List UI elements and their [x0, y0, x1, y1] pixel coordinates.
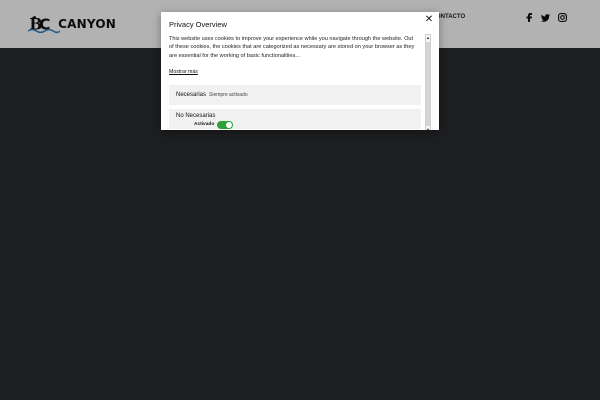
privacy-description: This website uses cookies to improve you… — [169, 36, 415, 59]
close-icon[interactable]: ✕ — [424, 15, 434, 25]
scroll-thumb[interactable] — [426, 42, 430, 126]
modal-title: Privacy Overview — [169, 20, 227, 29]
toggle-group: Activado — [194, 120, 234, 129]
consent-toggle[interactable] — [217, 120, 234, 129]
toggle-label: Activado — [194, 122, 215, 128]
category-necessary[interactable]: Necesarias Siempre activado — [169, 84, 421, 105]
scroll-down-icon[interactable]: ▼ — [426, 127, 430, 130]
category-non-necessary[interactable]: No Necesarias Activado — [169, 108, 421, 129]
show-more-link[interactable]: Mostrar más — [169, 69, 198, 75]
category-status: Siempre activado — [209, 91, 248, 98]
category-name: No Necesarias — [176, 112, 216, 119]
privacy-modal: Privacy Overview ✕ This website uses coo… — [161, 12, 439, 130]
modal-scrollbar[interactable]: ▲ ▼ — [425, 34, 431, 130]
category-name: Necesarias — [176, 91, 207, 98]
scroll-up-icon[interactable]: ▲ — [426, 35, 430, 41]
modal-body: This website uses cookies to improve you… — [169, 35, 421, 130]
